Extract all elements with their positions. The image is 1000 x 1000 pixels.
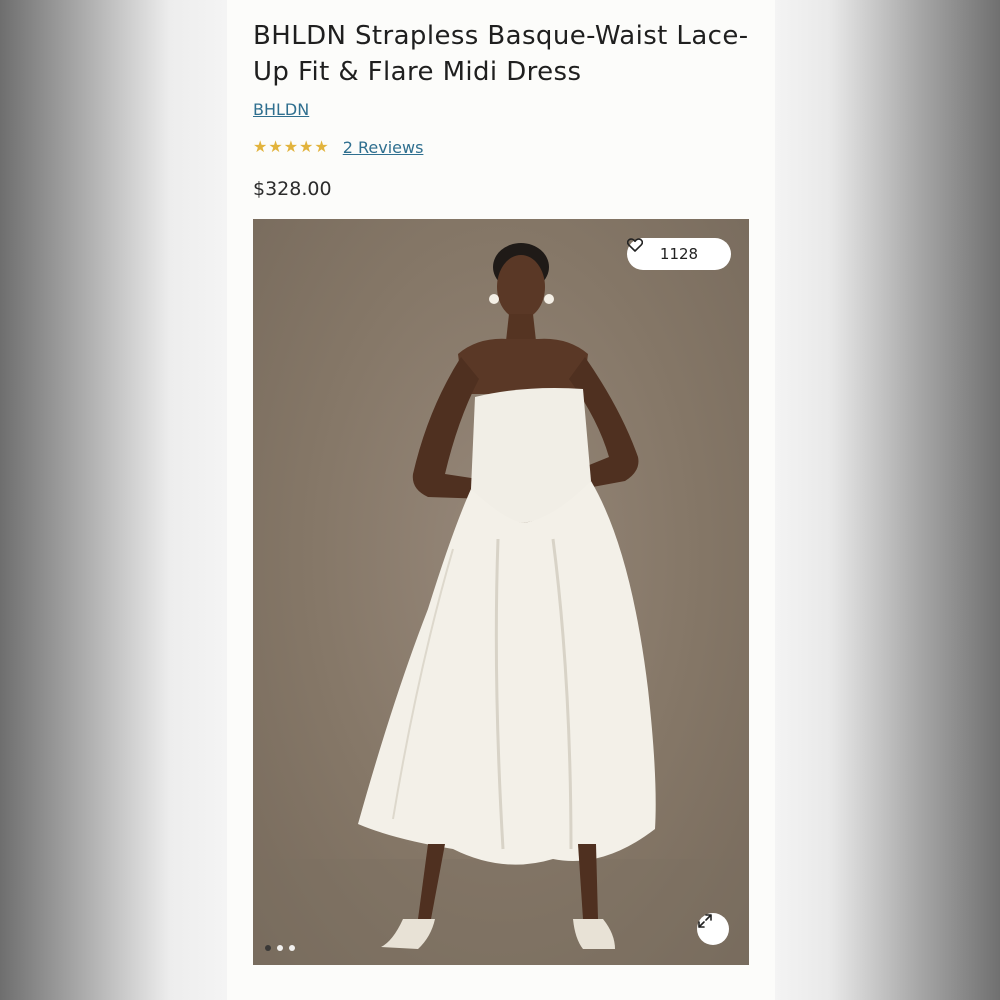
carousel-dot[interactable] <box>277 945 283 951</box>
carousel-dot-active[interactable] <box>265 945 271 951</box>
carousel-dot[interactable] <box>289 945 295 951</box>
star-icon: ★ <box>268 137 283 156</box>
star-icon: ★ <box>314 137 329 156</box>
favorite-count: 1128 <box>659 245 699 263</box>
product-image[interactable]: 1128 <box>253 219 749 965</box>
star-rating: ★ ★ ★ ★ ★ <box>253 137 329 157</box>
product-title: BHLDN Strapless Basque-Waist Lace-Up Fit… <box>253 21 749 87</box>
model-in-dress-illustration <box>253 243 749 965</box>
expand-image-button[interactable] <box>697 913 729 945</box>
product-card: BHLDN Strapless Basque-Waist Lace-Up Fit… <box>227 0 775 1000</box>
brand-link[interactable]: BHLDN <box>253 100 309 119</box>
star-icon: ★ <box>299 137 314 156</box>
expand-arrows-icon <box>698 914 712 928</box>
carousel-dots <box>265 945 295 951</box>
star-icon: ★ <box>253 137 268 156</box>
favorite-button[interactable]: 1128 <box>627 238 731 270</box>
star-icon: ★ <box>283 137 299 156</box>
rating-row: ★ ★ ★ ★ ★ 2 Reviews <box>253 137 423 157</box>
heart-outline-icon <box>627 238 643 252</box>
reviews-link[interactable]: 2 Reviews <box>343 138 424 157</box>
product-price: $328.00 <box>253 178 332 200</box>
